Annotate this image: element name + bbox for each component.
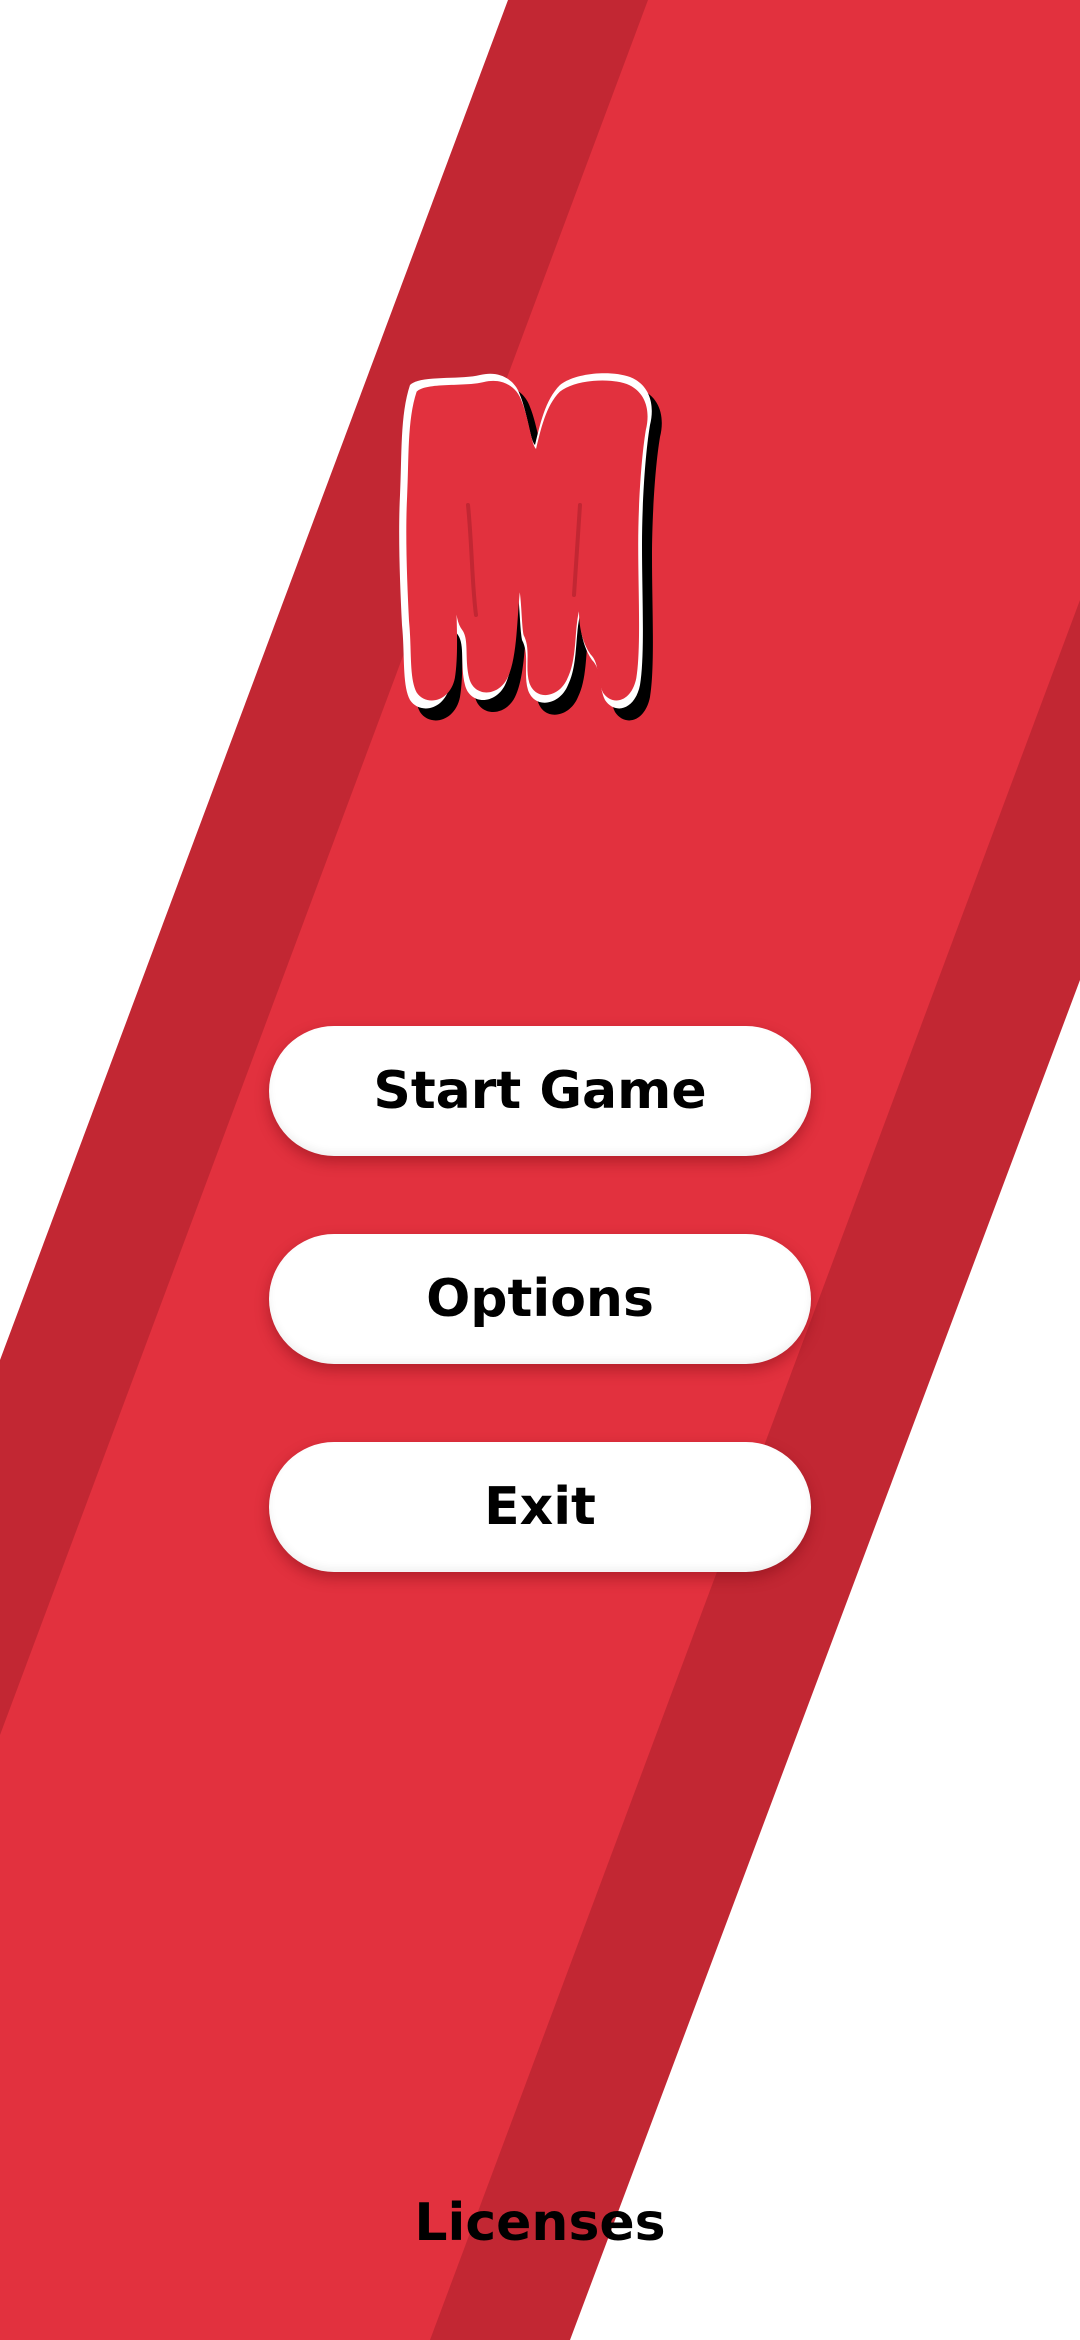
start-game-button[interactable]: Start Game <box>269 1026 811 1156</box>
diagonal-stripe-background <box>0 0 1080 2340</box>
licenses-link[interactable]: Licenses <box>340 2188 740 2258</box>
game-logo-m-icon <box>399 373 662 721</box>
options-button[interactable]: Options <box>269 1234 811 1364</box>
exit-button[interactable]: Exit <box>269 1442 811 1572</box>
